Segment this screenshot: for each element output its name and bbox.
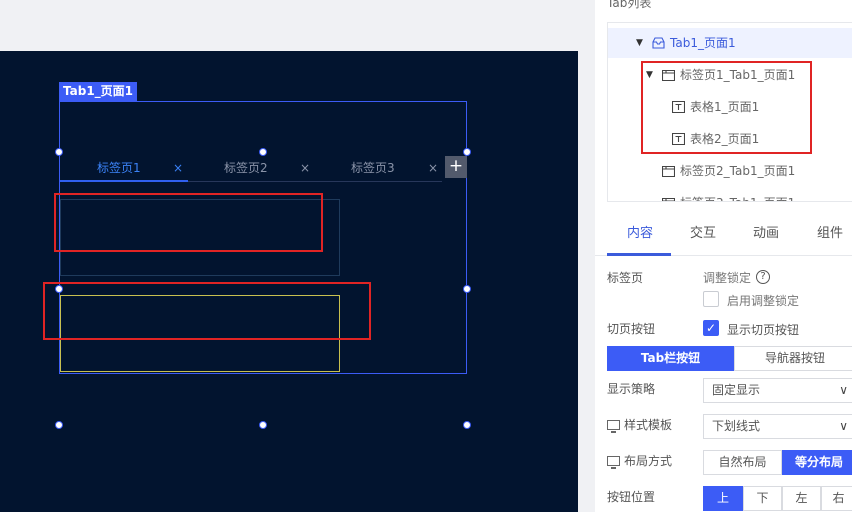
tree-item-tab-page-2[interactable]: 标签页2_Tab1_页面1: [608, 156, 852, 186]
position-bottom-option[interactable]: 下: [743, 486, 782, 511]
monitor-icon: [607, 456, 620, 469]
style-template-label-row: 样式模板: [607, 416, 672, 433]
tree-label: 标签页2_Tab1_页面1: [680, 164, 796, 178]
navigator-button-option[interactable]: 导航器按钮: [734, 346, 852, 371]
tab-page-label: 标签页: [607, 271, 644, 285]
equal-layout-option[interactable]: 等分布局: [782, 450, 852, 475]
position-top-option[interactable]: 上: [703, 486, 743, 511]
tab-component[interactable]: 组件: [817, 212, 843, 256]
highlight-box-table-1: [54, 193, 323, 252]
page-button-label: 切页按钮: [607, 322, 656, 336]
tab-1-close-icon[interactable]: ×: [173, 156, 183, 182]
tab-bar: 标签页1 × 标签页2 × 标签页3 ×: [60, 156, 442, 182]
tab-3-close-icon[interactable]: ×: [428, 156, 438, 182]
adjust-lock-label: 调整锁定: [703, 271, 752, 285]
chevron-down-icon: ∨: [839, 383, 848, 397]
layout-label-row: 布局方式: [607, 452, 672, 469]
tab-list-title: Tab列表: [607, 0, 652, 10]
property-tabs: 内容 交互 动画 组件: [595, 212, 852, 256]
style-template-select[interactable]: 下划线式 ∨: [703, 414, 852, 439]
folder-tab-icon: [662, 165, 675, 177]
layout-label: 布局方式: [624, 454, 673, 468]
properties-panel: Tab列表 ▼ Tab1_页面1 ▼ 标签页1_Tab1_页面1 表格1_页面1: [595, 0, 852, 512]
add-tab-button[interactable]: +: [445, 156, 467, 178]
position-right-option[interactable]: 右: [821, 486, 852, 511]
highlight-box-table-2: [43, 282, 371, 340]
show-page-button-checkbox[interactable]: ✓: [703, 320, 719, 336]
tab-content[interactable]: 内容: [627, 212, 653, 256]
style-template-label: 样式模板: [624, 418, 673, 432]
tabbar-button-option[interactable]: Tab栏按钮: [607, 346, 734, 371]
help-icon[interactable]: ?: [756, 270, 770, 284]
active-tab-underline: [607, 253, 671, 256]
tree-item-tab-component[interactable]: ▼ Tab1_页面1: [608, 28, 852, 58]
button-position-label: 按钮位置: [607, 490, 656, 504]
monitor-icon: [607, 420, 620, 433]
natural-layout-option[interactable]: 自然布局: [703, 450, 782, 475]
tab-3[interactable]: 标签页3: [351, 156, 395, 182]
style-template-value: 下划线式: [712, 419, 761, 433]
tree-label: Tab1_页面1: [670, 36, 736, 50]
tab-2[interactable]: 标签页2: [224, 156, 268, 182]
chevron-down-icon: ∨: [839, 419, 848, 433]
tab-interaction[interactable]: 交互: [690, 212, 716, 256]
inbox-icon: [652, 37, 665, 49]
tab-1[interactable]: 标签页1: [97, 156, 141, 182]
tab-2-close-icon[interactable]: ×: [300, 156, 310, 182]
display-strategy-value: 固定显示: [712, 383, 761, 397]
tree-item-tab-page-3[interactable]: 标签页3_Tab1_页面1: [608, 188, 852, 201]
enable-adjust-lock-checkbox[interactable]: [703, 291, 719, 307]
display-strategy-select[interactable]: 固定显示 ∨: [703, 378, 852, 403]
toolbar-area: [0, 0, 578, 51]
enable-adjust-lock-label[interactable]: 启用调整锁定: [727, 292, 799, 309]
position-left-option[interactable]: 左: [782, 486, 821, 511]
tab-tree: ▼ Tab1_页面1 ▼ 标签页1_Tab1_页面1 表格1_页面1 表格2_页…: [607, 22, 852, 202]
tab-animation[interactable]: 动画: [753, 212, 779, 256]
tree-label: 标签页3_Tab1_页面1: [680, 188, 795, 201]
panel-splitter[interactable]: [578, 0, 595, 512]
canvas-content: 标签页1 × 标签页2 × 标签页3 × +: [0, 51, 578, 512]
display-strategy-label: 显示策略: [607, 382, 656, 396]
expand-caret-icon[interactable]: ▼: [636, 28, 643, 58]
show-page-button-label[interactable]: 显示切页按钮: [727, 321, 799, 338]
folder-tab-icon: [662, 197, 675, 201]
highlight-box-tree: [641, 61, 812, 154]
